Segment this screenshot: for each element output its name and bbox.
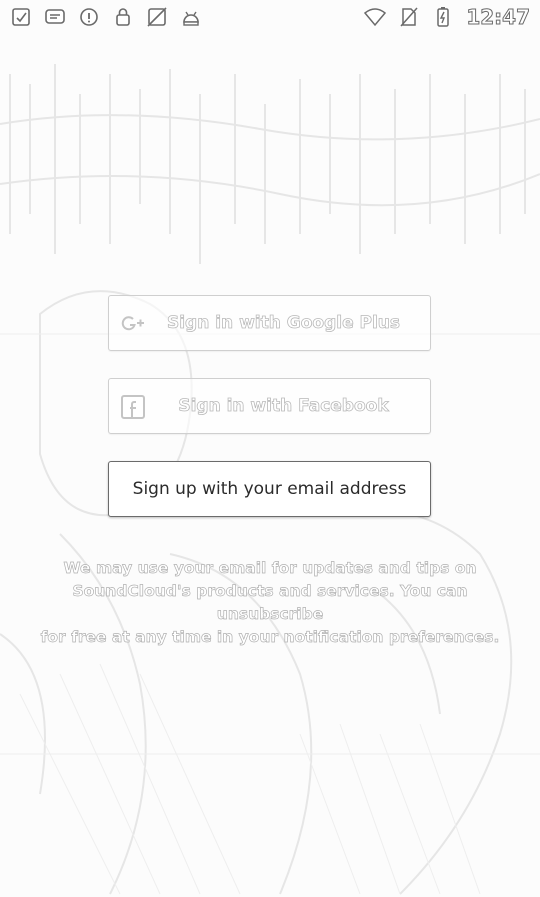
notification-icons: [10, 6, 202, 28]
no-sim-icon: [398, 6, 420, 28]
message-icon: [44, 6, 66, 28]
google-signin-button[interactable]: Sign in with Google Plus: [108, 295, 431, 351]
email-disclaimer: We may use your email for updates and ti…: [20, 557, 520, 649]
system-icons: 12:47: [364, 5, 531, 30]
facebook-signin-label: Sign in with Facebook: [178, 396, 389, 417]
facebook-signin-button[interactable]: Sign in with Facebook: [108, 378, 431, 434]
no-image-icon: [146, 6, 168, 28]
disclaimer-line: SoundCloud's products and services. You …: [72, 582, 468, 624]
disclaimer-line: for free at any time in your notificatio…: [40, 628, 500, 647]
email-signup-label: Sign up with your email address: [132, 479, 407, 499]
tasks-icon: [10, 6, 32, 28]
email-signup-button[interactable]: Sign up with your email address: [108, 461, 431, 517]
status-time: 12:47: [466, 5, 531, 30]
wifi-icon: [364, 6, 387, 28]
disclaimer-line: We may use your email for updates and ti…: [63, 559, 477, 578]
login-screen: 12:47 Sign in with Google Plus Sign in w…: [0, 0, 540, 897]
status-bar: 12:47: [0, 0, 540, 34]
android-icon: [180, 6, 202, 28]
info-icon: [78, 6, 100, 28]
battery-charging-icon: [432, 6, 454, 28]
google-plus-icon: [119, 310, 147, 338]
lock-icon: [112, 6, 134, 28]
facebook-icon: [119, 393, 147, 421]
google-signin-label: Sign in with Google Plus: [166, 313, 401, 334]
